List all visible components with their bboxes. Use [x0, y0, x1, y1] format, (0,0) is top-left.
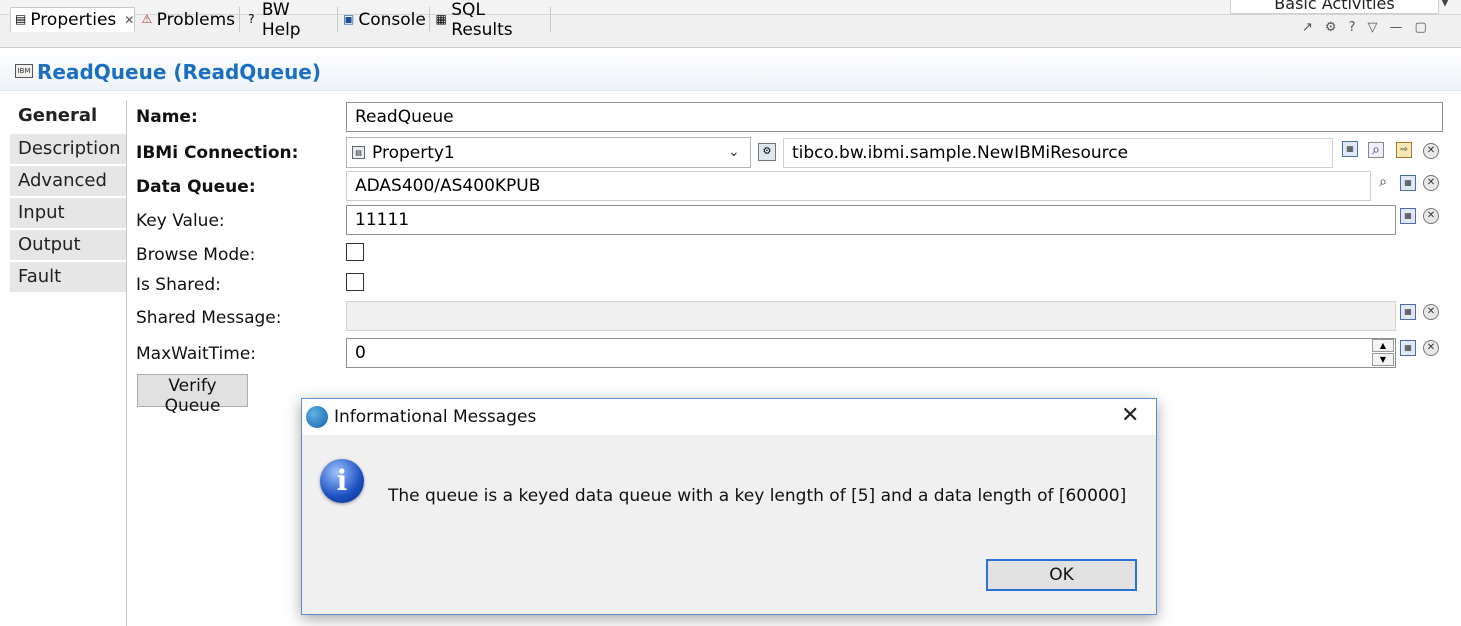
- name-label: Name:: [136, 107, 198, 127]
- tibco-app-icon: [306, 406, 328, 428]
- tab-label: Problems: [156, 9, 235, 30]
- spinner-up-icon[interactable]: ▲: [1372, 339, 1394, 352]
- spinner-down-icon[interactable]: ▼: [1372, 353, 1394, 366]
- page-title: ReadQueue (ReadQueue): [37, 60, 322, 84]
- name-field[interactable]: ReadQueue: [346, 102, 1443, 132]
- console-icon: ▣: [343, 12, 355, 26]
- chevron-down-icon[interactable]: ▼: [1440, 0, 1450, 9]
- tab-sql-results[interactable]: ▦ SQL Results: [431, 0, 551, 40]
- grid-binding-icon[interactable]: ▦: [1400, 175, 1416, 191]
- tab-bw-help[interactable]: ? BW Help: [241, 0, 338, 40]
- help-icon[interactable]: ?: [1349, 20, 1356, 35]
- tab-problems[interactable]: ⚠ Problems: [137, 7, 240, 32]
- remove-icon[interactable]: ✕: [1423, 340, 1439, 356]
- ibmi-resource-field[interactable]: tibco.bw.ibmi.sample.NewIBMiResource: [783, 138, 1333, 168]
- browse-mode-label: Browse Mode:: [136, 245, 256, 265]
- remove-icon[interactable]: ✕: [1423, 208, 1439, 224]
- shared-message-field: [346, 301, 1396, 331]
- nav-item-output[interactable]: Output: [10, 230, 126, 261]
- shared-message-label: Shared Message:: [136, 308, 282, 328]
- tab-label: Console: [358, 9, 426, 30]
- chevron-down-icon[interactable]: ⌄: [728, 144, 740, 160]
- properties-icon: ▤: [15, 12, 27, 26]
- sql-results-icon: ▦: [435, 12, 447, 26]
- data-queue-field[interactable]: ADAS400/AS400KPUB: [346, 171, 1371, 201]
- nav-item-advanced[interactable]: Advanced: [10, 166, 126, 197]
- grid-binding-icon[interactable]: ▦: [1400, 208, 1416, 224]
- nav-item-input[interactable]: Input: [10, 198, 126, 229]
- view-menu-icon[interactable]: ▽: [1367, 20, 1377, 35]
- grid-binding-icon[interactable]: ▦: [1342, 141, 1358, 157]
- key-value-field[interactable]: 11111: [346, 205, 1396, 235]
- tab-label: Properties: [30, 9, 117, 30]
- browse-mode-checkbox[interactable]: [346, 243, 364, 261]
- new-window-icon[interactable]: ↗: [1302, 20, 1313, 35]
- tab-label: BW Help: [261, 0, 301, 40]
- property-icon: ▤: [352, 146, 365, 159]
- view-toolbar: ↗ ⚙ ? ▽ — ▢: [1302, 20, 1427, 35]
- data-queue-label: Data Queue:: [136, 177, 256, 197]
- remove-icon[interactable]: ✕: [1423, 304, 1439, 320]
- is-shared-checkbox[interactable]: [346, 273, 364, 291]
- dialog-title: Informational Messages: [334, 407, 537, 427]
- nav-item-general[interactable]: General: [10, 101, 126, 132]
- problems-icon: ⚠: [141, 12, 153, 26]
- dialog-message: The queue is a keyed data queue with a k…: [388, 486, 1127, 506]
- nav-item-description[interactable]: Description: [10, 134, 126, 165]
- grid-binding-icon[interactable]: ▦: [1400, 304, 1416, 320]
- tab-console[interactable]: ▣ Console: [339, 7, 430, 32]
- ibm-activity-icon: IBM: [15, 64, 33, 78]
- shared-resource-icon: ⚙: [758, 143, 776, 161]
- help-icon: ?: [248, 12, 255, 26]
- remove-icon[interactable]: ✕: [1423, 143, 1439, 159]
- close-icon[interactable]: ✕: [1121, 403, 1139, 428]
- key-value-label: Key Value:: [136, 211, 225, 231]
- property-select-value: Property1: [372, 143, 455, 163]
- close-icon[interactable]: ✕: [124, 13, 134, 27]
- max-wait-time-label: MaxWaitTime:: [136, 344, 257, 364]
- info-icon: i: [320, 459, 364, 503]
- ok-button[interactable]: OK: [986, 559, 1137, 591]
- remove-icon[interactable]: ✕: [1423, 175, 1439, 191]
- tab-label: SQL Results: [451, 0, 513, 40]
- grid-binding-icon[interactable]: ▦: [1400, 340, 1416, 356]
- resource-picker-icon[interactable]: ⇨: [1396, 142, 1412, 158]
- ibmi-connection-label: IBMi Connection:: [136, 143, 299, 163]
- search-icon[interactable]: ⌕: [1368, 142, 1384, 158]
- verify-queue-button[interactable]: Verify Queue: [137, 374, 248, 416]
- pin-icon[interactable]: ⚙: [1325, 20, 1337, 35]
- is-shared-label: Is Shared:: [136, 275, 221, 295]
- minimize-icon[interactable]: —: [1389, 20, 1402, 35]
- maximize-icon[interactable]: ▢: [1414, 20, 1426, 35]
- tab-properties[interactable]: ▤ Properties ✕: [10, 7, 135, 32]
- nav-item-fault[interactable]: Fault: [10, 262, 126, 293]
- palette-header[interactable]: Basic Activities: [1230, 0, 1439, 14]
- search-icon[interactable]: ⌕: [1375, 175, 1391, 191]
- max-wait-time-field[interactable]: 0: [346, 338, 1396, 368]
